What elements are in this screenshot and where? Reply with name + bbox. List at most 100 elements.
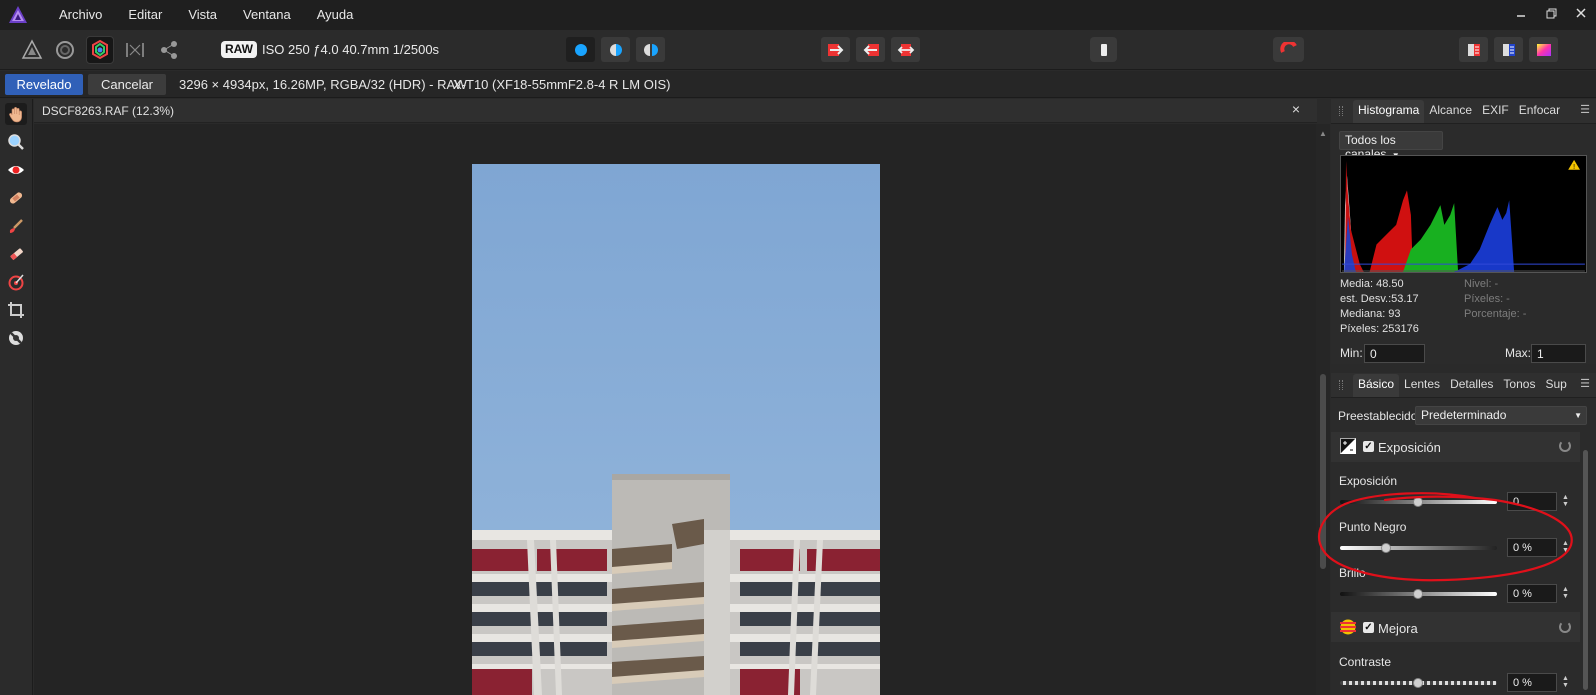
scroll-thumb[interactable] xyxy=(1583,450,1588,690)
canvas-scrollbar[interactable]: ▲ xyxy=(1316,124,1330,695)
clip-highlights-button[interactable] xyxy=(821,37,850,62)
photo-image[interactable] xyxy=(472,164,880,695)
split-view-button[interactable] xyxy=(601,37,630,62)
punto-negro-slider-knob[interactable] xyxy=(1381,543,1391,553)
camera-info: X-T10 (XF18-55mmF2.8-4 R LM OIS) xyxy=(453,77,671,92)
minimize-button[interactable] xyxy=(1506,0,1536,26)
develop-persona-icon xyxy=(92,39,108,60)
bandage-icon xyxy=(9,192,23,204)
overlay-erase-tool[interactable] xyxy=(5,243,27,265)
clipping-group xyxy=(821,37,920,63)
tab-lentes[interactable]: Lentes xyxy=(1399,374,1445,397)
document-tab[interactable]: DSCF8263.RAF (12.3%) × xyxy=(34,99,1317,123)
exposicion-slider-knob[interactable] xyxy=(1413,497,1423,507)
scroll-thumb[interactable] xyxy=(1320,374,1326,569)
mirror-view-button[interactable] xyxy=(636,37,665,62)
cancel-button[interactable]: Cancelar xyxy=(88,74,166,95)
punto-negro-spinner-icon[interactable]: ▲ ▼ xyxy=(1562,540,1569,554)
affinity-photo-logo-icon[interactable] xyxy=(8,5,28,25)
arrows-horizontal-icon xyxy=(897,43,914,56)
panel-grip-icon[interactable] xyxy=(1339,106,1343,116)
color-swatches-button[interactable] xyxy=(1529,37,1558,62)
panel-grip-icon[interactable] xyxy=(1339,380,1343,390)
min-input[interactable] xyxy=(1364,344,1425,363)
panel-menu-icon[interactable]: ☰ xyxy=(1580,103,1590,116)
liquify-persona-button[interactable] xyxy=(51,36,79,64)
tools-panel xyxy=(0,99,33,695)
menu-editar[interactable]: Editar xyxy=(115,0,175,30)
mejora-checkbox[interactable]: ✓ xyxy=(1363,622,1374,633)
crop-icon xyxy=(8,302,24,318)
reset-mejora-icon[interactable] xyxy=(1559,621,1571,633)
menu-archivo[interactable]: Archivo xyxy=(46,0,115,30)
contraste-slider-knob[interactable] xyxy=(1413,678,1423,688)
red-eye-overlay-button[interactable] xyxy=(1273,37,1304,62)
tab-detalles[interactable]: Detalles xyxy=(1445,374,1498,397)
brillo-value[interactable] xyxy=(1507,584,1557,603)
overlay-button[interactable] xyxy=(1090,37,1117,62)
window-controls xyxy=(1506,0,1596,30)
preset-label: Preestablecido: xyxy=(1338,409,1421,423)
close-window-button[interactable] xyxy=(1566,0,1596,26)
brillo-spinner-icon[interactable]: ▲ ▼ xyxy=(1562,586,1569,600)
punto-negro-slider[interactable] xyxy=(1340,546,1497,550)
overlay-paint-tool[interactable] xyxy=(5,215,27,237)
overlay-gradient-tool[interactable] xyxy=(5,271,27,293)
restore-button[interactable] xyxy=(1536,0,1566,26)
tab-enfocar[interactable]: Enfocar xyxy=(1514,100,1565,123)
zoom-tool[interactable] xyxy=(5,131,27,153)
single-view-button[interactable] xyxy=(566,37,595,62)
tab-histograma[interactable]: Histograma xyxy=(1353,100,1425,123)
exposicion-spinner-icon[interactable]: ▲ ▼ xyxy=(1562,494,1569,508)
max-input[interactable] xyxy=(1531,344,1586,363)
scroll-up-icon[interactable]: ▲ xyxy=(1319,129,1327,138)
photo-persona-icon xyxy=(21,39,43,59)
develop-button[interactable]: Revelado xyxy=(5,74,83,95)
clip-shadows-button[interactable] xyxy=(856,37,885,62)
chevron-down-icon: ▼ xyxy=(1574,411,1582,420)
photo-persona-button[interactable] xyxy=(18,36,46,64)
eraser-brush-icon xyxy=(10,248,23,261)
slider-label-exposicion: Exposición xyxy=(1339,474,1398,488)
contraste-value[interactable] xyxy=(1507,673,1557,692)
close-document-button[interactable]: × xyxy=(1292,101,1300,117)
reset-exposicion-icon[interactable] xyxy=(1559,440,1571,452)
blemish-tool[interactable] xyxy=(5,187,27,209)
white-balance-tool[interactable] xyxy=(5,327,27,349)
tab-sup[interactable]: Sup xyxy=(1540,374,1571,397)
red-eye-tool[interactable] xyxy=(5,159,27,181)
exif-summary: ISO 250 ƒ4.0 40.7mm 1/2500s xyxy=(262,42,440,57)
stat-pixeles-sel: Píxeles: - xyxy=(1464,293,1510,305)
punto-negro-value[interactable] xyxy=(1507,538,1557,557)
menu-ayuda[interactable]: Ayuda xyxy=(304,0,367,30)
stat-desviacion: est. Desv.:53.17 xyxy=(1340,293,1419,305)
tab-alcance[interactable]: Alcance xyxy=(1424,100,1477,123)
liquify-persona-icon xyxy=(56,41,74,59)
view-tool[interactable] xyxy=(5,103,27,125)
brillo-slider-knob[interactable] xyxy=(1413,589,1423,599)
contraste-spinner-icon[interactable]: ▲ ▼ xyxy=(1562,675,1569,689)
develop-panel-scrollbar[interactable] xyxy=(1581,438,1591,695)
menu-ventana[interactable]: Ventana xyxy=(230,0,304,30)
menu-vista[interactable]: Vista xyxy=(175,0,230,30)
export-persona-button[interactable] xyxy=(155,36,183,64)
exposure-icon xyxy=(1340,438,1356,454)
tone-mapping-persona-button[interactable] xyxy=(121,36,149,64)
clip-tones-button[interactable] xyxy=(891,37,920,62)
panel-menu-icon[interactable]: ☰ xyxy=(1580,377,1590,390)
tab-exif[interactable]: EXIF xyxy=(1477,100,1514,123)
slider-label-brillo: Brillo xyxy=(1339,566,1366,580)
exposicion-checkbox[interactable]: ✓ xyxy=(1363,441,1374,452)
exposicion-value[interactable] xyxy=(1507,492,1557,511)
menu-bar: Archivo Editar Vista Ventana Ayuda xyxy=(0,0,1596,30)
hand-icon xyxy=(9,107,22,123)
before-after-button[interactable] xyxy=(1459,37,1488,62)
tab-basico[interactable]: Básico xyxy=(1353,374,1400,397)
compare-button[interactable] xyxy=(1494,37,1523,62)
min-label: Min: xyxy=(1340,346,1363,360)
crop-tool[interactable] xyxy=(5,299,27,321)
channel-select[interactable]: Todos los canales ▼ xyxy=(1339,131,1443,161)
preset-select[interactable]: Predeterminado ▼ xyxy=(1415,406,1587,425)
tab-tonos[interactable]: Tonos xyxy=(1498,374,1540,397)
develop-persona-button[interactable] xyxy=(86,36,114,64)
